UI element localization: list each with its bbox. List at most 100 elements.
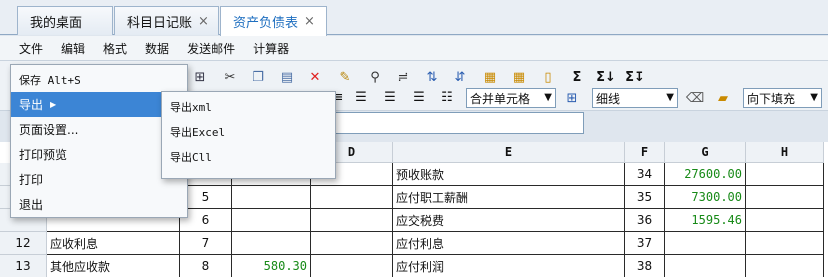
table-cell[interactable] xyxy=(665,232,746,255)
replace-icon[interactable]: ≓ xyxy=(394,68,412,86)
format-brush-icon[interactable]: ✎ xyxy=(336,68,354,86)
select-all-icon[interactable]: ⊞ xyxy=(191,68,209,86)
table-cell[interactable]: 7 xyxy=(180,232,232,255)
menu-item-label: 打印 xyxy=(19,173,44,187)
table-cell[interactable] xyxy=(311,232,393,255)
menu-file[interactable]: 文件 xyxy=(10,40,52,57)
sort-descending-icon[interactable]: ⇵ xyxy=(451,68,469,86)
menu-bar: 文件 编辑 格式 数据 发送邮件 计算器 xyxy=(0,36,828,61)
table-cell[interactable] xyxy=(665,255,746,277)
fill-direction-value: 向下填充 xyxy=(747,91,796,106)
table-cell[interactable] xyxy=(746,186,824,209)
table-cell[interactable]: 其他应收款 xyxy=(47,255,180,277)
menu-edit[interactable]: 编辑 xyxy=(52,40,94,57)
chevron-down-icon: ▼ xyxy=(666,92,674,103)
column-header-h[interactable]: H xyxy=(746,142,824,163)
close-icon[interactable]: × xyxy=(304,14,315,29)
menu-item-save[interactable]: 保存 Alt+S xyxy=(11,67,187,92)
table-cell[interactable]: 应收利息 xyxy=(47,232,180,255)
align-justify-icon[interactable]: ☰ xyxy=(352,88,370,106)
row-number[interactable]: 12 xyxy=(0,232,47,255)
chevron-down-icon: ▼ xyxy=(810,92,818,103)
table-cell[interactable]: 35 xyxy=(625,186,665,209)
delete-icon[interactable]: ✕ xyxy=(306,68,324,86)
table-cell[interactable]: 36 xyxy=(625,209,665,232)
border-style-select[interactable]: 细线 ▼ xyxy=(592,88,678,108)
menu-item-label: 导出 xyxy=(19,98,44,112)
menu-item-export-cll[interactable]: 导出Cll xyxy=(162,144,335,169)
table-cell[interactable]: 应付利息 xyxy=(393,232,625,255)
table-cell[interactable] xyxy=(311,186,393,209)
table-cell[interactable] xyxy=(311,209,393,232)
table-cell[interactable] xyxy=(232,209,311,232)
tab-label: 资产负债表 xyxy=(233,16,299,31)
sum-icon[interactable]: Σ xyxy=(568,68,586,86)
menu-item-label: 导出Cll xyxy=(170,150,212,164)
chevron-right-icon: ▶ xyxy=(50,100,57,109)
fill-color-icon[interactable]: ▰ xyxy=(714,89,732,107)
border-grid-icon[interactable]: ⊞ xyxy=(563,89,581,107)
paste-icon[interactable]: ▤ xyxy=(278,68,296,86)
tab-subject-journal[interactable]: 科目日记账 × xyxy=(114,6,219,35)
insert-row-icon[interactable]: ▦ xyxy=(481,68,499,86)
close-icon[interactable]: × xyxy=(198,14,209,29)
sum-column-icon[interactable]: Σ↧ xyxy=(625,68,645,86)
table-cell[interactable] xyxy=(311,255,393,277)
menu-item-label: 导出Excel xyxy=(170,125,226,139)
table-cell[interactable]: 34 xyxy=(625,163,665,186)
table-cell[interactable] xyxy=(746,255,824,277)
sum-row-icon[interactable]: Σ↓ xyxy=(596,68,616,86)
menu-format[interactable]: 格式 xyxy=(94,40,136,57)
align-right-icon[interactable]: ☰ xyxy=(410,88,428,106)
table-cell[interactable] xyxy=(746,209,824,232)
table-cell[interactable]: 38 xyxy=(625,255,665,277)
column-header-f[interactable]: F xyxy=(625,142,665,163)
menu-calculator[interactable]: 计算器 xyxy=(244,40,298,57)
tab-label: 我的桌面 xyxy=(30,15,83,31)
table-cell[interactable]: 27600.00 xyxy=(665,163,746,186)
merge-cells-value: 合并单元格 xyxy=(470,91,531,106)
chevron-down-icon: ▼ xyxy=(544,92,552,103)
table-cell[interactable] xyxy=(746,163,824,186)
copy-icon[interactable]: ❐ xyxy=(249,68,267,86)
menu-data[interactable]: 数据 xyxy=(136,40,178,57)
table-cell[interactable]: 580.30 xyxy=(232,255,311,277)
menu-item-export-excel[interactable]: 导出Excel xyxy=(162,119,335,144)
menu-item-label: 退出 xyxy=(19,198,44,212)
column-header-g[interactable]: G xyxy=(665,142,746,163)
table-cell[interactable] xyxy=(232,232,311,255)
tab-balance-sheet[interactable]: 资产负债表 × xyxy=(220,6,327,36)
table-cell[interactable]: 37 xyxy=(625,232,665,255)
merge-cells-select[interactable]: 合并单元格 ▼ xyxy=(466,88,556,108)
find-icon[interactable]: ⚲ xyxy=(366,68,384,86)
menu-item-label: 页面设置... xyxy=(19,123,79,137)
table-cell[interactable] xyxy=(232,186,311,209)
row-number[interactable]: 13 xyxy=(0,255,47,277)
table-cell[interactable]: 7300.00 xyxy=(665,186,746,209)
menu-item-label: 导出xml xyxy=(170,100,212,114)
align-center-icon[interactable]: ☰ xyxy=(381,88,399,106)
table-cell[interactable]: 1595.46 xyxy=(665,209,746,232)
fill-direction-select[interactable]: 向下填充 ▼ xyxy=(743,88,822,108)
tab-my-desktop[interactable]: 我的桌面 xyxy=(17,6,113,35)
menu-item-export-xml[interactable]: 导出xml xyxy=(162,94,335,119)
menu-item-label: 保存 Alt+S xyxy=(19,73,81,87)
table-cell[interactable]: 8 xyxy=(180,255,232,277)
menu-item-label: 打印预览 xyxy=(19,148,68,162)
sort-ascending-icon[interactable]: ⇅ xyxy=(423,68,441,86)
cut-icon[interactable]: ✂ xyxy=(221,68,239,86)
table-cell[interactable]: 应交税费 xyxy=(393,209,625,232)
align-distributed-icon[interactable]: ☷ xyxy=(438,88,456,106)
column-header-e[interactable]: E xyxy=(393,142,625,163)
eraser-icon[interactable]: ⌫ xyxy=(686,89,704,107)
table-cell[interactable]: 应付职工薪酬 xyxy=(393,186,625,209)
table-cell[interactable]: 预收账款 xyxy=(393,163,625,186)
tab-bar: 我的桌面 科目日记账 × 资产负债表 × xyxy=(0,0,828,36)
table-cell[interactable] xyxy=(746,232,824,255)
table-cell[interactable]: 应付利润 xyxy=(393,255,625,277)
menu-item-exit[interactable]: 退出 xyxy=(11,192,187,217)
insert-column-icon[interactable]: ▦ xyxy=(510,68,528,86)
document-icon[interactable]: ▯ xyxy=(539,68,557,86)
menu-send-email[interactable]: 发送邮件 xyxy=(178,40,244,57)
formula-input[interactable] xyxy=(320,112,584,134)
